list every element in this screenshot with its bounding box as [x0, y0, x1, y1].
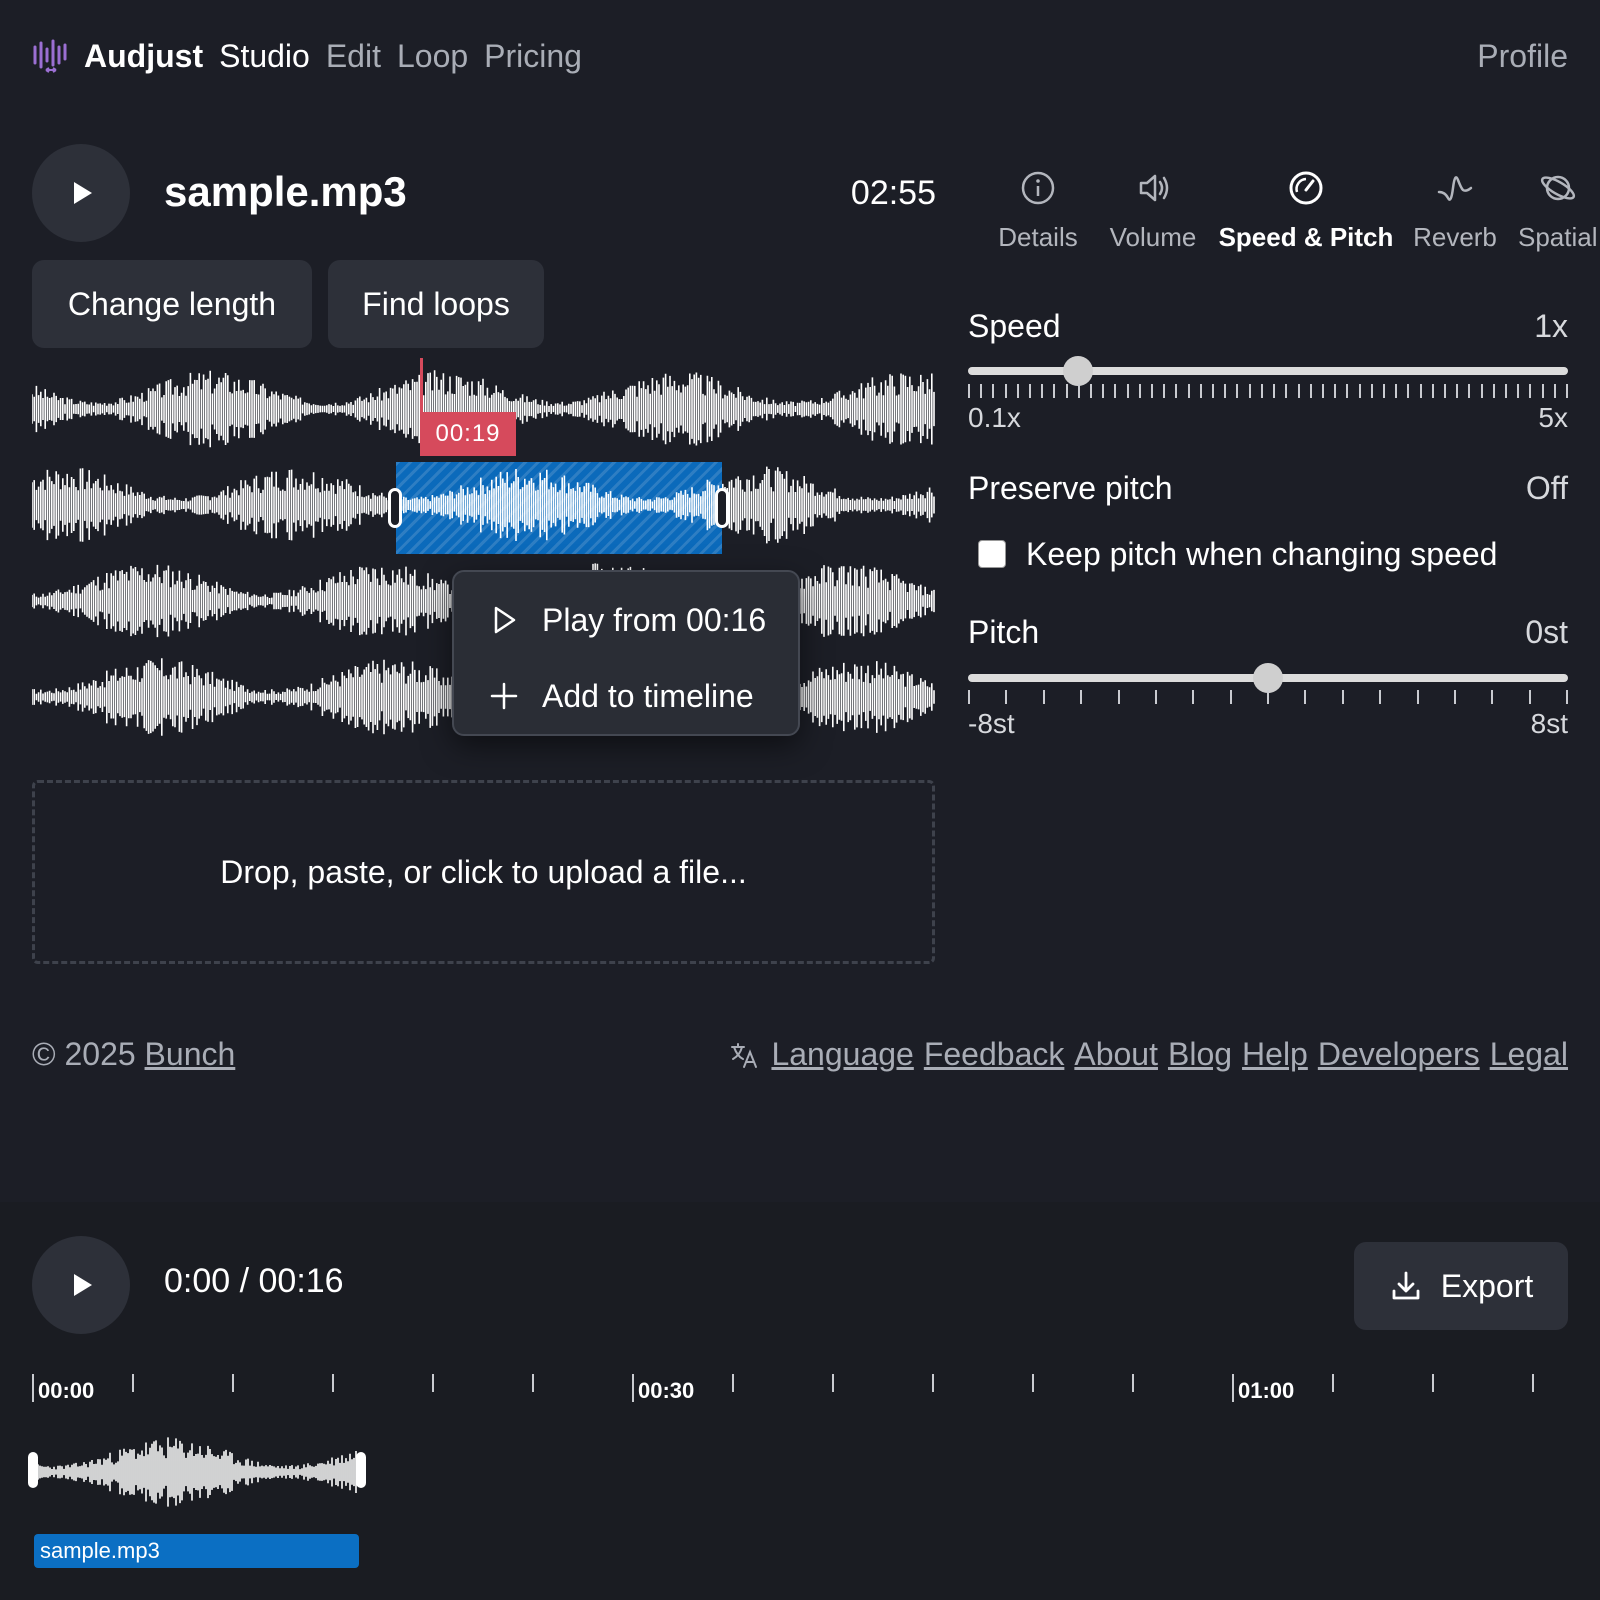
pitch-slider-thumb[interactable]	[1253, 663, 1283, 693]
footer-link-about[interactable]: About	[1074, 1036, 1158, 1073]
footer-link-blog[interactable]: Blog	[1168, 1036, 1232, 1073]
translate-icon	[731, 1042, 758, 1068]
tab-speed-pitch[interactable]: Speed & Pitch	[1218, 168, 1394, 253]
speed-max-label: 5x	[1538, 402, 1568, 433]
nav-link-loop[interactable]: Loop	[397, 38, 468, 75]
keep-pitch-checkbox-label[interactable]: Keep pitch when changing speed	[1026, 536, 1497, 573]
info-icon	[1021, 171, 1055, 205]
planet-icon	[1540, 175, 1576, 201]
clip-end-handle[interactable]	[356, 1452, 366, 1488]
speed-slider-ticks	[968, 384, 1568, 398]
speed-slider-thumb[interactable]	[1063, 356, 1093, 386]
gauge-icon	[1289, 171, 1323, 205]
tab-reverb-label: Reverb	[1413, 222, 1497, 252]
nav-link-edit[interactable]: Edit	[326, 38, 381, 75]
footer-link-legal[interactable]: Legal	[1490, 1036, 1568, 1073]
selection-end-handle[interactable]	[715, 488, 729, 528]
pitch-label: Pitch	[968, 614, 1040, 650]
tab-volume-label: Volume	[1109, 222, 1197, 252]
speed-min-label: 0.1x	[968, 402, 1021, 433]
preserve-pitch-label: Preserve pitch	[968, 470, 1173, 506]
footer-link-help[interactable]: Help	[1242, 1036, 1308, 1073]
plus-icon	[490, 682, 518, 710]
upload-dropzone[interactable]: Drop, paste, or click to upload a file..…	[32, 780, 935, 964]
play-icon	[74, 1274, 92, 1296]
footer-links: Language Feedback About Blog Help Develo…	[729, 1036, 1568, 1073]
footer-link-language[interactable]: Language	[771, 1036, 913, 1073]
play-from-label: Play from 00:16	[542, 601, 767, 638]
company-link[interactable]: Bunch	[145, 1036, 236, 1072]
ruler-label-60: 01:00	[1238, 1378, 1295, 1403]
change-length-button[interactable]: Change length	[32, 260, 312, 348]
pitch-max-label: 8st	[1530, 708, 1568, 739]
pitch-slider-ticks	[968, 690, 1568, 704]
selection-start-handle[interactable]	[388, 488, 402, 528]
brand-name[interactable]: Audjust	[84, 38, 203, 75]
tab-spatial-label: Spatial	[1518, 222, 1598, 252]
find-loops-button[interactable]: Find loops	[328, 260, 544, 348]
pitch-min-label: -8st	[968, 708, 1015, 739]
export-label: Export	[1440, 1267, 1534, 1304]
play-from-menu-item[interactable]: Play from 00:16	[454, 582, 798, 658]
pitch-slider[interactable]	[968, 663, 1568, 693]
play-icon	[74, 182, 92, 204]
waveform-row-2[interactable]	[32, 462, 935, 548]
footer-link-feedback[interactable]: Feedback	[924, 1036, 1065, 1073]
pitch-value: 0st	[1525, 614, 1568, 650]
tab-volume[interactable]: Volume	[1098, 168, 1208, 253]
play-button[interactable]	[32, 144, 130, 242]
keep-pitch-checkbox[interactable]	[978, 540, 1006, 568]
add-to-timeline-menu-item[interactable]: Add to timeline	[454, 658, 798, 734]
copyright: © 2025 Bunch	[32, 1036, 235, 1073]
copyright-text: © 2025	[32, 1036, 136, 1072]
timeline-play-button[interactable]	[32, 1236, 130, 1334]
tab-speed-pitch-label: Speed & Pitch	[1218, 222, 1394, 252]
nav-link-profile[interactable]: Profile	[1477, 38, 1568, 75]
tab-reverb[interactable]: Reverb	[1408, 168, 1502, 253]
nav-link-studio[interactable]: Studio	[219, 38, 310, 75]
logo-icon[interactable]	[32, 37, 70, 75]
top-nav: Audjust Studio Edit Loop Pricing Profile	[32, 30, 1568, 82]
ruler-label-0: 00:00	[38, 1378, 95, 1403]
clip-start-handle[interactable]	[28, 1452, 38, 1488]
file-duration: 02:55	[850, 174, 936, 212]
timeline-time-readout: 0:00 / 00:16	[164, 1262, 344, 1300]
export-button[interactable]: Export	[1354, 1242, 1568, 1330]
download-icon	[1392, 1271, 1420, 1300]
play-outline-icon	[494, 606, 516, 634]
tab-details[interactable]: Details	[984, 168, 1092, 253]
preserve-pitch-value: Off	[1525, 470, 1568, 506]
nav-link-pricing[interactable]: Pricing	[484, 38, 582, 75]
add-to-timeline-label: Add to timeline	[542, 677, 754, 714]
file-title: sample.mp3	[164, 168, 407, 215]
speed-slider[interactable]	[968, 356, 1568, 386]
footer-link-developers[interactable]: Developers	[1318, 1036, 1480, 1073]
speed-label: Speed	[968, 308, 1061, 344]
speed-value: 1x	[1534, 308, 1568, 344]
waveform-icon	[1437, 176, 1473, 201]
timeline-ruler[interactable]: 00:00 00:30 01:00	[32, 1372, 1568, 1406]
effect-tabs: Details Volume Speed & Pitch Reverb Spat…	[968, 168, 1600, 278]
tab-details-label: Details	[998, 222, 1078, 252]
context-menu: Play from 00:16 Add to timeline	[452, 570, 800, 736]
playhead-time-label: 00:19	[420, 412, 516, 456]
upload-label: Drop, paste, or click to upload a file..…	[220, 853, 747, 890]
ruler-label-30: 00:30	[638, 1378, 695, 1403]
tab-spatial[interactable]: Spatial	[1518, 168, 1600, 253]
timeline-clip-waveform[interactable]	[34, 1434, 358, 1510]
timeline-clip-label[interactable]: sample.mp3	[34, 1534, 359, 1568]
speaker-icon	[1139, 174, 1169, 202]
